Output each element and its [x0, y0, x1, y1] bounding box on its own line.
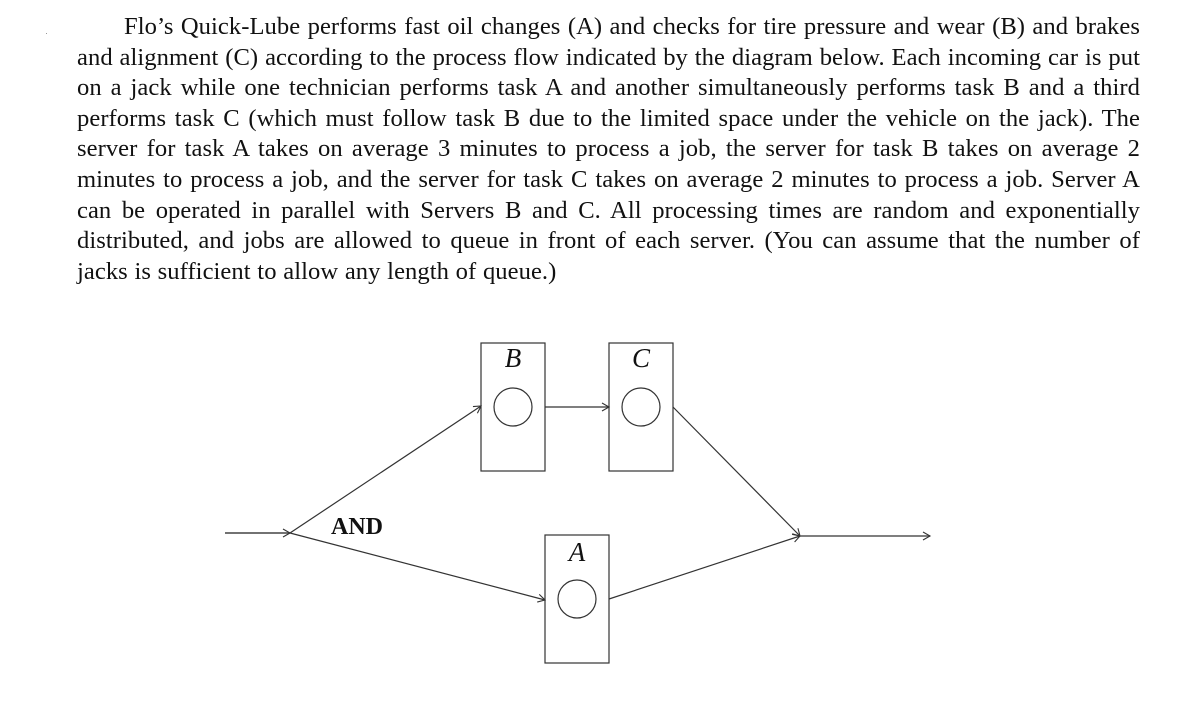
server-b-circle-icon	[493, 387, 533, 427]
server-a: A	[544, 534, 610, 664]
server-c-label: C	[632, 343, 651, 373]
edge-a-to-merge	[608, 533, 802, 600]
server-b: B	[480, 342, 546, 472]
server-b-label: B	[505, 343, 522, 373]
edge-split-to-a	[289, 532, 547, 603]
edge-c-to-merge	[672, 406, 801, 537]
process-flow-diagram: AND B C A	[225, 342, 932, 664]
and-split-label: AND	[331, 514, 383, 540]
server-c-circle-icon	[621, 387, 661, 427]
edge-split-to-b	[289, 405, 482, 534]
server-a-label: A	[567, 537, 586, 567]
server-a-circle-icon	[557, 579, 597, 619]
server-c: C	[608, 342, 674, 472]
